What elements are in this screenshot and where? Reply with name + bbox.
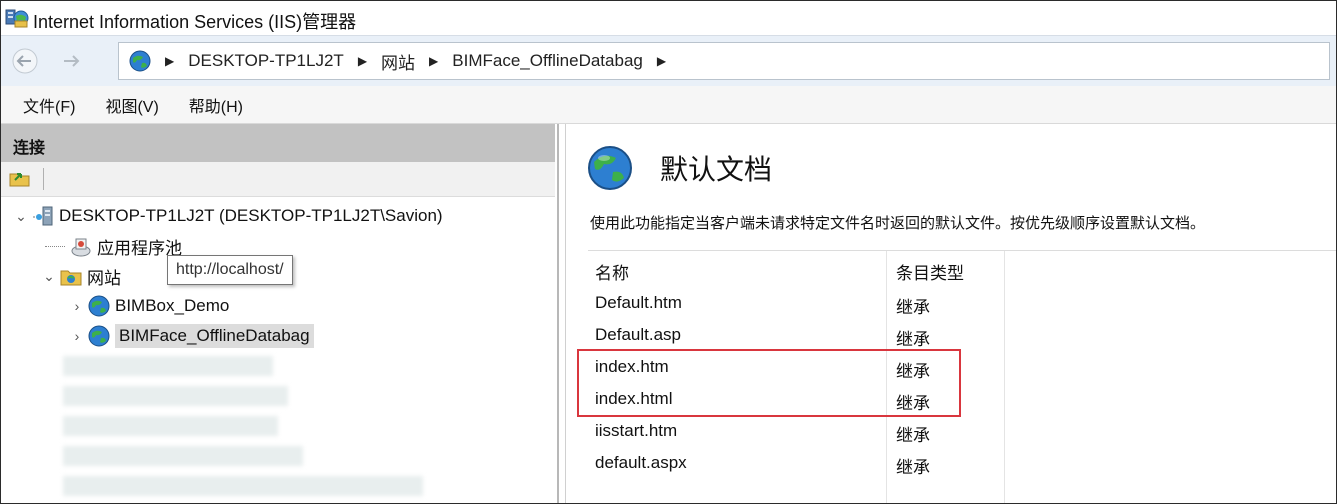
list-item-type: 继承 (896, 458, 930, 477)
crumb-site[interactable]: BIMFace_OfflineDatabag (452, 51, 643, 71)
tree-node-server[interactable]: ⌄ DESKTOP-TP1LJ2T (DESKTOP-TP1LJ2T\Savio… (13, 204, 443, 228)
tree-server-label: DESKTOP-TP1LJ2T (DESKTOP-TP1LJ2T\Savion) (59, 206, 443, 225)
chevron-right-icon[interactable]: ▶ (657, 54, 666, 68)
blurred-tree-item (63, 446, 303, 466)
blurred-tree-item (63, 356, 273, 376)
menu-file[interactable]: 文件(F) (23, 93, 75, 117)
highlight-box (577, 349, 961, 417)
tree-node-site-bimbox[interactable]: › BIMBox_Demo (69, 294, 229, 318)
connections-title: 连接 (13, 140, 46, 157)
chevron-down-icon[interactable]: ⌄ (13, 208, 29, 225)
address-toolbar: ▶ DESKTOP-TP1LJ2T ▶ 网站 ▶ BIMFace_Offline… (1, 35, 1336, 87)
window-title: Internet Information Services (IIS)管理器 (33, 12, 357, 32)
chevron-right-icon[interactable]: ▶ (429, 54, 438, 68)
feature-description: 使用此功能指定当客户端未请求特定文件名时返回的默认文件。按优先级顺序设置默认文档… (590, 215, 1206, 232)
globe-icon (88, 325, 110, 347)
chevron-right-icon[interactable]: › (69, 328, 85, 344)
connections-header: 连接 (1, 124, 555, 162)
app-pool-icon (71, 238, 91, 256)
globe-icon (129, 50, 151, 72)
page-title: 默认文档 (660, 154, 773, 185)
chevron-right-icon[interactable]: ▶ (358, 54, 367, 68)
forward-arrow-icon[interactable] (51, 46, 91, 76)
list-item-name[interactable]: Default.asp (595, 325, 681, 345)
connections-pane: 连接 ⌄ DESKTOP-TP1LJ2T (DESKTOP-TP1LJ2T\Sa… (1, 124, 559, 503)
menu-bar: 文件(F) 视图(V) 帮助(H) (1, 86, 1336, 124)
menu-help[interactable]: 帮助(H) (189, 93, 243, 117)
list-item-type: 继承 (896, 330, 930, 349)
blurred-tree-item (63, 476, 423, 496)
breadcrumb-items: ▶ DESKTOP-TP1LJ2T ▶ 网站 ▶ BIMFace_Offline… (151, 49, 680, 74)
connect-icon[interactable] (9, 168, 31, 188)
toolbar-divider (43, 168, 44, 190)
iis-manager-window: Internet Information Services (IIS)管理器 ▶… (0, 0, 1337, 504)
breadcrumb[interactable]: ▶ DESKTOP-TP1LJ2T ▶ 网站 ▶ BIMFace_Offline… (118, 42, 1330, 80)
tree-site-label-selected: BIMFace_OfflineDatabag (115, 324, 314, 348)
connections-toolbar (1, 162, 555, 197)
chevron-right-icon[interactable]: ▶ (165, 54, 174, 68)
feature-pane: 默认文档 使用此功能指定当客户端未请求特定文件名时返回的默认文件。按优先级顺序设… (565, 124, 1336, 503)
back-arrow-icon[interactable] (5, 46, 45, 76)
tree-node-site-bimface[interactable]: › BIMFace_OfflineDatabag (69, 324, 314, 348)
chevron-down-icon[interactable]: ⌄ (41, 268, 57, 285)
list-item-type: 继承 (896, 298, 930, 317)
tree-node-sites[interactable]: ⌄ 网站 (41, 264, 121, 289)
folder-icon (60, 270, 82, 285)
tooltip: http://localhost/ (167, 255, 293, 285)
server-icon (33, 206, 53, 226)
column-divider (1004, 251, 1005, 503)
tree-node-app-pools[interactable]: 应用程序池 (45, 234, 182, 259)
list-item-name[interactable]: default.aspx (595, 453, 687, 473)
blurred-tree-item (63, 416, 278, 436)
menu-view[interactable]: 视图(V) (105, 93, 158, 117)
chevron-right-icon[interactable]: › (69, 298, 85, 314)
globe-icon (88, 295, 110, 317)
crumb-sites[interactable]: 网站 (381, 49, 415, 74)
list-item-type: 继承 (896, 426, 930, 445)
crumb-server[interactable]: DESKTOP-TP1LJ2T (188, 51, 344, 71)
column-header-name[interactable]: 名称 (595, 259, 629, 284)
blurred-tree-item (63, 386, 288, 406)
tree-site-label: BIMBox_Demo (115, 296, 230, 315)
column-header-type[interactable]: 条目类型 (896, 259, 964, 284)
list-item-name[interactable]: iisstart.htm (595, 421, 677, 441)
globe-icon (588, 146, 632, 190)
iis-app-icon (5, 9, 29, 28)
list-item-name[interactable]: Default.htm (595, 293, 682, 313)
title-bar: Internet Information Services (IIS)管理器 (1, 1, 1336, 35)
tree-sites-label: 网站 (87, 269, 121, 288)
